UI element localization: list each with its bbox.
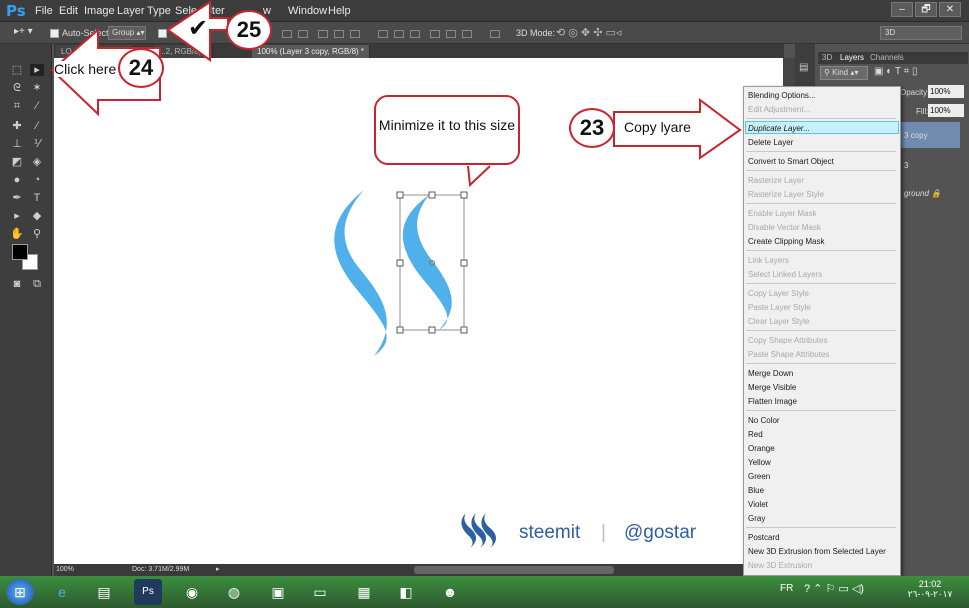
internet-explorer-icon[interactable]: e xyxy=(48,579,76,605)
checkmark-icon: ✔ xyxy=(188,15,209,42)
step-25-badge: 25 xyxy=(226,10,272,50)
step-24-badge: 24 xyxy=(118,48,164,88)
system-clock[interactable]: 21:02 ٢٠١٧-٠٩-٢٦ xyxy=(905,579,955,600)
foreground-color-swatch[interactable] xyxy=(12,244,28,260)
app-icon[interactable]: ☻ xyxy=(436,579,464,605)
bubble-tail xyxy=(467,165,491,188)
clock-date: ٢٠١٧-٠٩-٢٦ xyxy=(907,589,953,599)
editor-icon[interactable]: ◧ xyxy=(392,579,420,605)
clock-time: 21:02 xyxy=(918,579,942,589)
step-24-text: Click here xyxy=(54,61,117,77)
calculator-icon[interactable]: ▦ xyxy=(350,579,378,605)
start-button-icon[interactable]: ⊞ xyxy=(6,579,34,605)
screen-app-icon[interactable]: ▭ xyxy=(306,579,334,605)
camtasia-icon[interactable]: ▣ xyxy=(264,579,292,605)
firefox-icon[interactable]: ◍ xyxy=(220,579,248,605)
chrome-icon[interactable]: ◉ xyxy=(178,579,206,605)
step-23-text: Copy lyare xyxy=(624,119,691,135)
file-explorer-icon[interactable]: ▤ xyxy=(90,579,118,605)
instruction-bubble: Minimize it to this size xyxy=(374,95,520,165)
system-tray-lang[interactable]: FR xyxy=(780,583,793,594)
photoshop-taskbar-icon[interactable]: Ps xyxy=(134,579,162,605)
step-23-badge: 23 xyxy=(569,108,615,148)
annotation-arrows xyxy=(50,0,742,188)
tray-icons[interactable]: ? ⌃ ⚐ ▭ ◁) xyxy=(804,582,864,595)
